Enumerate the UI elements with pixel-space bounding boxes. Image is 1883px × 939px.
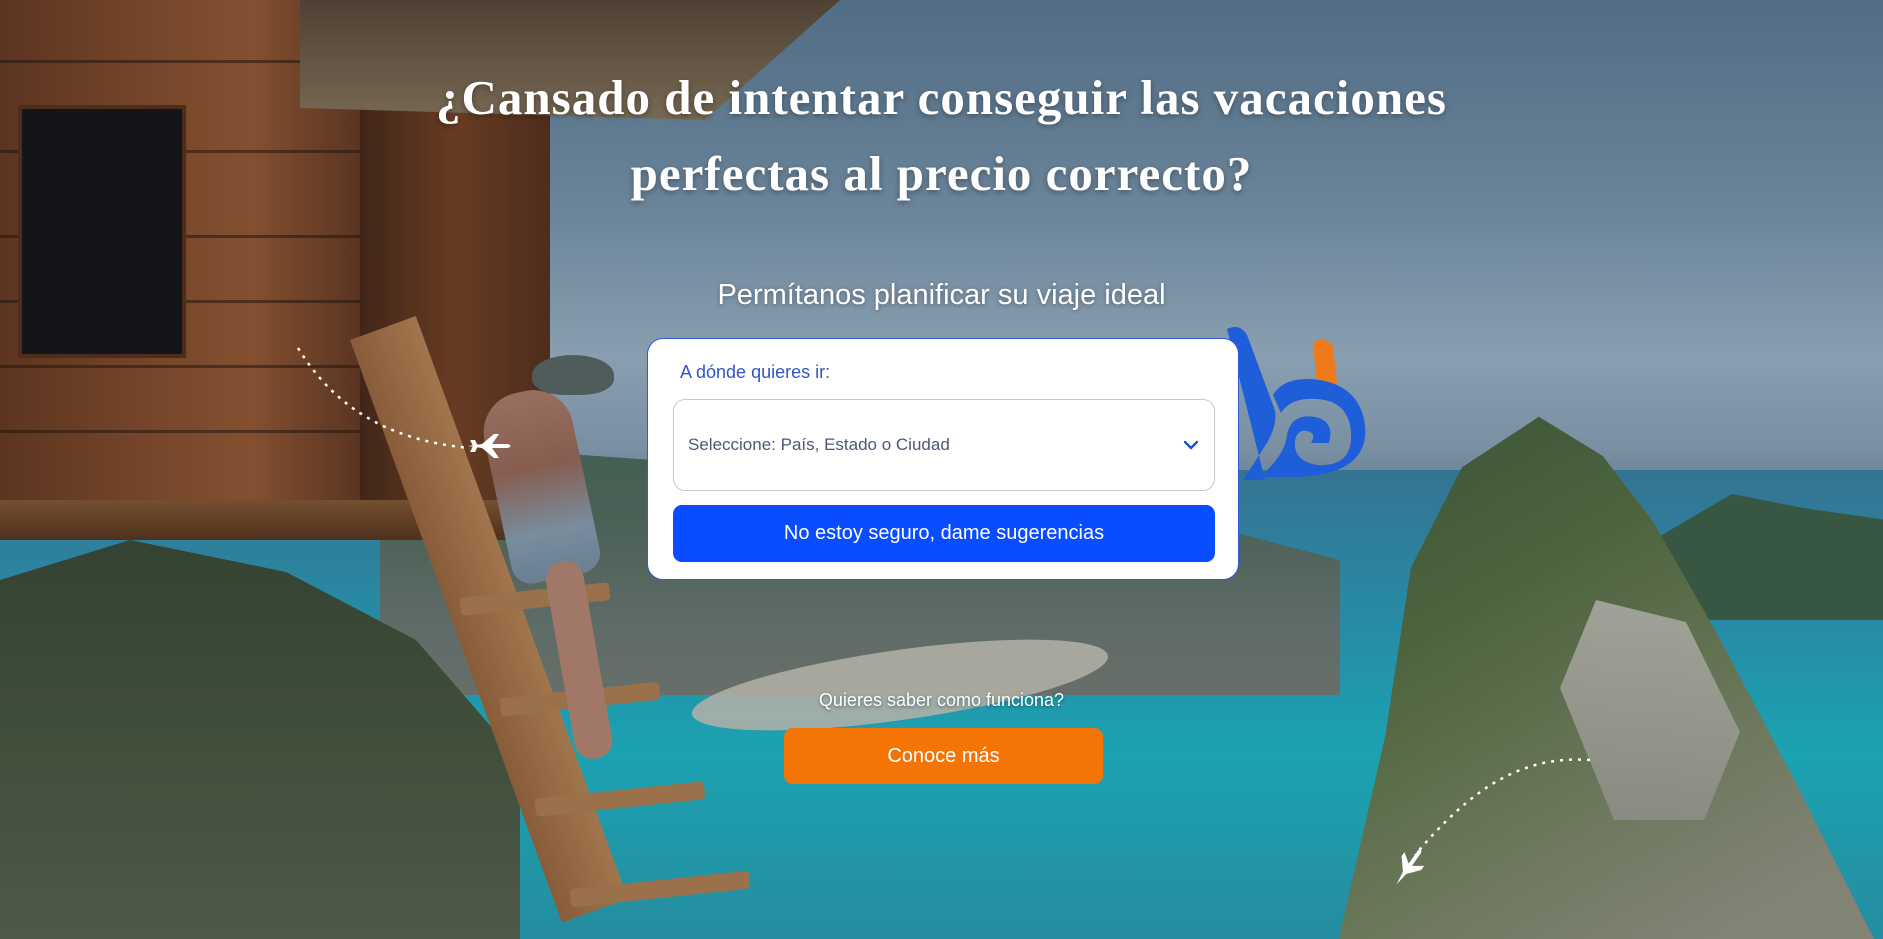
headline-line-1: ¿Cansado de intentar conseguir las vacac… xyxy=(436,70,1447,125)
destination-select[interactable]: Seleccione: País, Estado o Ciudad xyxy=(673,399,1215,491)
destination-label: A dónde quieres ir: xyxy=(680,362,831,382)
headline-line-2: perfectas al precio correcto? xyxy=(630,146,1253,201)
learn-more-button[interactable]: Conoce más xyxy=(784,728,1103,784)
hero-subheadline: Permítanos planificar su viaje ideal xyxy=(717,279,1166,311)
destination-search-card: A dónde quieres ir: Seleccione: País, Es… xyxy=(647,338,1239,580)
destination-select-placeholder: Seleccione: País, Estado o Ciudad xyxy=(688,435,950,454)
how-it-works-question: Quieres saber como funciona? xyxy=(818,690,1065,710)
hero-headline: ¿Cansado de intentar conseguir las vacac… xyxy=(330,60,1553,212)
suggestions-button[interactable]: No estoy seguro, dame sugerencias xyxy=(673,505,1215,562)
chevron-down-icon xyxy=(1183,440,1199,450)
brand-logo xyxy=(1227,327,1366,480)
